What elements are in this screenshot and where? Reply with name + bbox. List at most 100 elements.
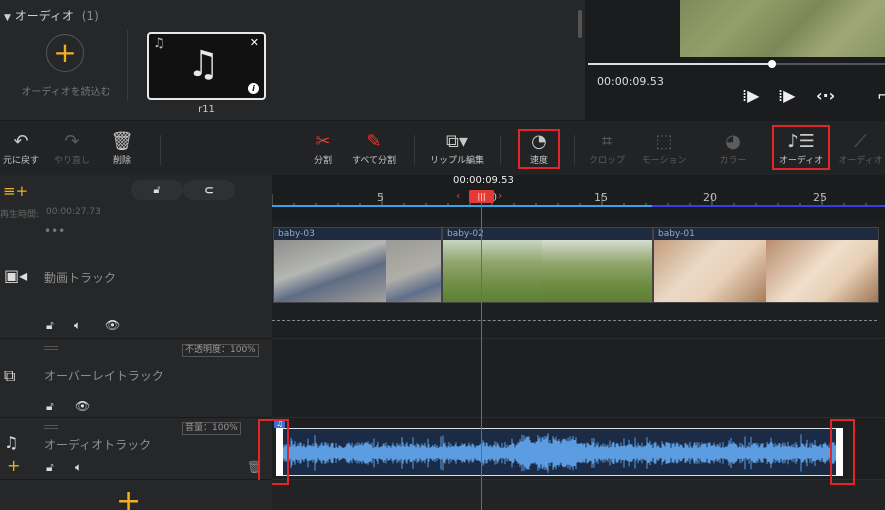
- audio-more-icon: ⟋: [854, 131, 867, 152]
- audio-clip[interactable]: [277, 428, 839, 476]
- color-label: カラー: [719, 156, 747, 166]
- media-item-thumbnail[interactable]: ♫ ♫ ✕ i: [147, 32, 266, 100]
- lock-icon[interactable]: 🔓︎: [46, 399, 54, 414]
- split-all-button[interactable]: ✎ すべて分割: [346, 120, 402, 175]
- video-clip[interactable]: baby-03: [273, 227, 442, 303]
- preview-time: 00:00:09.53: [597, 75, 664, 88]
- plus-icon: +: [53, 36, 77, 69]
- speaker-icon[interactable]: 🔈︎: [75, 460, 82, 475]
- clip-name: baby-03: [278, 229, 315, 239]
- info-icon[interactable]: i: [248, 83, 259, 94]
- toolbar-divider: [414, 135, 415, 165]
- lock-all-button[interactable]: 🔓︎: [131, 180, 183, 200]
- more-icon[interactable]: •••: [44, 224, 65, 238]
- drag-handle[interactable]: [44, 346, 58, 350]
- lock-icon[interactable]: 🔓︎: [46, 318, 54, 333]
- overlay-track-body[interactable]: [272, 339, 885, 418]
- redo-button[interactable]: ↷ やり直し: [50, 120, 94, 175]
- speed-highlight: [518, 129, 560, 169]
- crop-button[interactable]: ⌗ クロップ: [584, 120, 630, 175]
- fullscreen-icon[interactable]: ⌐: [877, 86, 885, 105]
- delete-label: 削除: [112, 156, 131, 166]
- clip-thumbnail: [443, 240, 542, 302]
- opacity-badge[interactable]: 不透明度：100%: [182, 344, 259, 357]
- overlay-track-name: オーバーレイトラック: [44, 369, 164, 383]
- eye-icon[interactable]: 👁︎: [105, 318, 120, 332]
- media-library-header[interactable]: ▼ オーディオ (1): [4, 7, 99, 24]
- volume-badge[interactable]: 音量：100%: [182, 422, 241, 435]
- step-play-icon[interactable]: ⁞▶: [778, 86, 795, 105]
- clip-thumbnail: [766, 240, 878, 302]
- media-category-label: オーディオ: [14, 9, 74, 23]
- scissors-icon: ✂: [315, 131, 331, 152]
- ripple-edit-icon: ⧉▾: [446, 131, 468, 152]
- clip-thumbnail: [654, 240, 766, 302]
- overlay-track-icon: ⧉: [4, 366, 16, 385]
- motion-label: モーション: [641, 156, 687, 166]
- video-clip[interactable]: baby-01: [653, 227, 879, 303]
- media-scrollbar[interactable]: [578, 10, 582, 38]
- add-track-icon[interactable]: ≡+: [3, 182, 28, 200]
- audio-type-icon: ♫: [153, 36, 165, 51]
- video-track-name: 動画トラック: [44, 271, 117, 285]
- color-button[interactable]: ◕ カラー: [710, 120, 756, 175]
- ruler-tick-label: 20: [703, 191, 717, 204]
- audio-track-name: オーディオトラック: [44, 438, 152, 452]
- toolbar-divider: [574, 135, 575, 165]
- waveform-path: [279, 433, 838, 473]
- crop-label: クロップ: [588, 156, 625, 166]
- ruler-range-line-end: [652, 205, 885, 207]
- speaker-icon[interactable]: 🔈︎: [74, 318, 81, 333]
- split-all-icon: ✎: [366, 131, 382, 152]
- motion-button[interactable]: ⬚ モーション: [636, 120, 692, 175]
- eye-icon[interactable]: 👁︎: [75, 399, 90, 413]
- trim-left-highlight: [258, 419, 289, 485]
- close-icon[interactable]: ✕: [250, 36, 259, 49]
- video-track-header: [0, 220, 272, 339]
- split-label: 分割: [313, 156, 332, 166]
- preview-progress-bar[interactable]: [588, 63, 885, 65]
- video-track-icon: ▣◂: [4, 266, 28, 285]
- snap-magnet-button[interactable]: ⊂: [183, 180, 235, 200]
- palette-icon: ◕: [725, 131, 741, 152]
- play-icon[interactable]: ⁞▶: [742, 86, 759, 105]
- video-clip[interactable]: baby-02: [442, 227, 653, 303]
- add-track-plus-icon[interactable]: +: [116, 487, 141, 510]
- ruler-tick-label: 15: [594, 191, 608, 204]
- prev-next-frame-icon[interactable]: ‹·›: [816, 86, 835, 105]
- add-audio-icon[interactable]: +: [7, 456, 20, 475]
- playhead-handle[interactable]: |||: [469, 190, 494, 203]
- crop-icon: ⌗: [601, 131, 613, 152]
- audio-waveform: [279, 433, 838, 473]
- trash-icon: 🗑: [110, 131, 134, 152]
- collapse-triangle-icon[interactable]: ▼: [4, 13, 11, 23]
- undo-icon: ↶: [13, 131, 29, 152]
- ripple-edit-button[interactable]: ⧉▾ リップル編集: [425, 120, 489, 175]
- drag-handle[interactable]: [44, 425, 58, 429]
- lock-icon: 🔓︎: [153, 183, 161, 196]
- video-audio-separator: [272, 320, 877, 321]
- preview-progress-knob[interactable]: [768, 60, 776, 68]
- clip-thumbnail: [542, 240, 652, 302]
- ruler-tick-label: 5: [377, 191, 384, 204]
- playhead-time: 00:00:09.53: [453, 175, 514, 186]
- magnet-icon: ⊂: [203, 183, 215, 197]
- preview-frame: [680, 0, 885, 57]
- undo-button[interactable]: ↶ 元に戻す: [0, 120, 42, 175]
- motion-icon: ⬚: [655, 131, 673, 152]
- lock-icon[interactable]: 🔓︎: [46, 460, 54, 475]
- redo-icon: ↷: [64, 131, 80, 152]
- playhead-right-arrow-icon: ›: [498, 189, 503, 202]
- split-button[interactable]: ✂ 分割: [308, 120, 338, 175]
- audio-track-icon: ♫: [4, 433, 19, 452]
- import-audio-label: オーディオを読込む: [21, 87, 111, 98]
- audio-more-button[interactable]: ⟋ オーディオ: [836, 120, 885, 175]
- split-all-label: すべて分割: [351, 156, 396, 166]
- ruler-tick-label: 25: [813, 191, 827, 204]
- delete-button[interactable]: 🗑 削除: [106, 120, 138, 175]
- ripple-edit-label: リップル編集: [429, 156, 484, 166]
- playhead-line[interactable]: [481, 203, 482, 510]
- import-audio-button[interactable]: +: [46, 34, 84, 72]
- undo-label: 元に戻す: [2, 156, 39, 166]
- media-count: (1): [81, 9, 99, 23]
